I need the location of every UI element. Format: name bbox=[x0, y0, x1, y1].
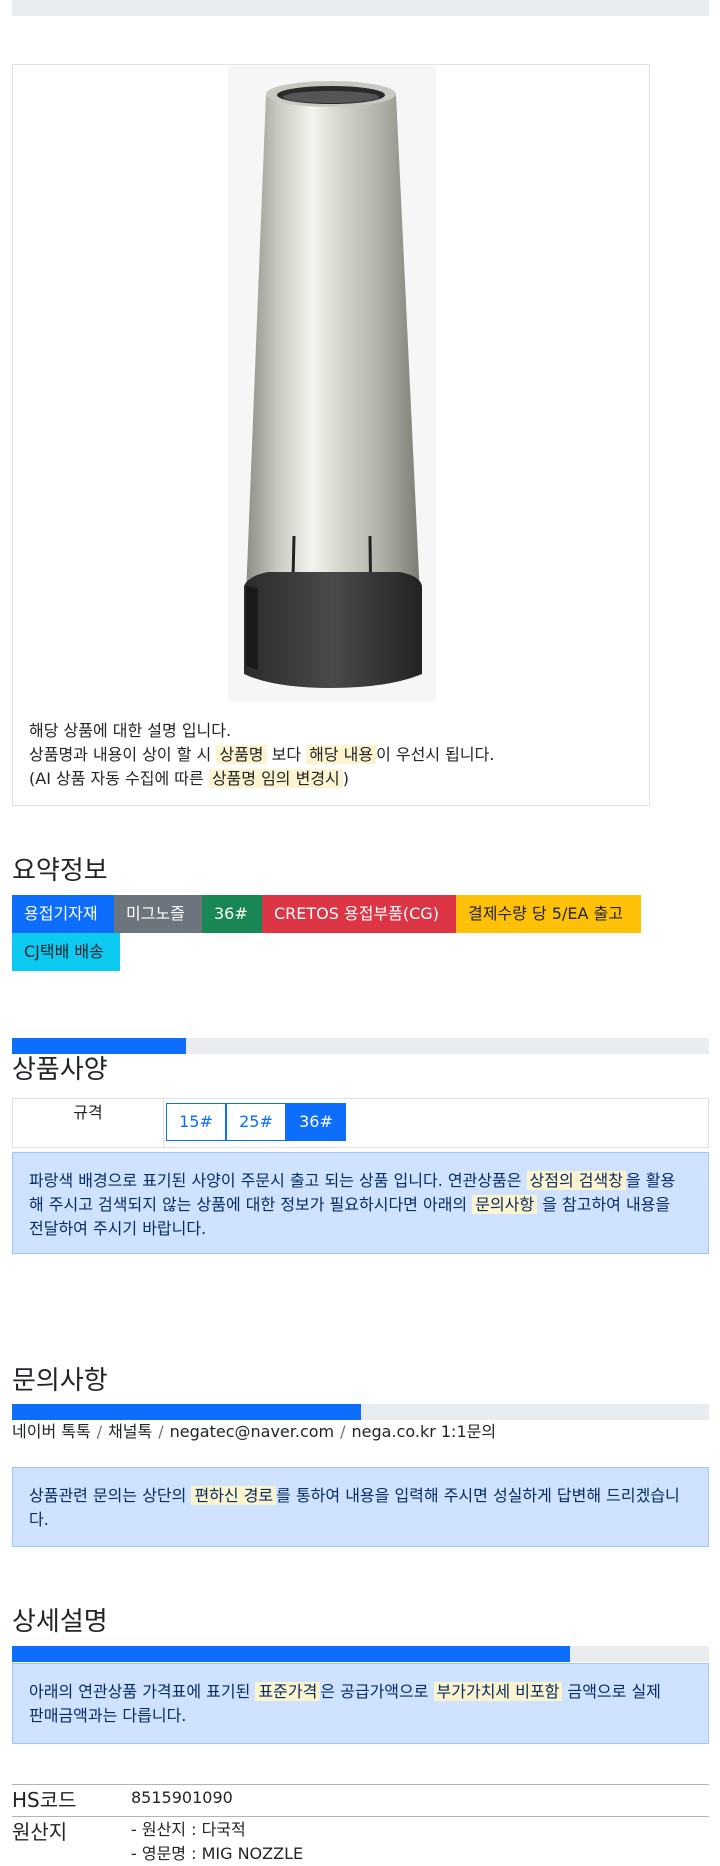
hs-code-value: 8515901090 bbox=[131, 1788, 233, 1807]
alert-text: 을 참고하여 내용을 bbox=[537, 1195, 671, 1214]
alert-text: 은 공급가액으로 bbox=[320, 1682, 434, 1701]
top-bar bbox=[12, 0, 709, 16]
channel-channeltalk[interactable]: 채널톡 bbox=[108, 1422, 152, 1441]
highlight-vat-excluded: 부가가치세 비포함 bbox=[433, 1682, 563, 1701]
hs-code-label: HS코드 bbox=[12, 1788, 77, 1812]
inquiry-progress-fill bbox=[12, 1404, 361, 1420]
channel-site-inquiry[interactable]: nega.co.kr 1:1문의 bbox=[352, 1422, 497, 1441]
inquiry-alert-line-2: 다. bbox=[29, 1510, 49, 1529]
description-text: ) bbox=[342, 769, 350, 788]
highlight-path: 편하신 경로 bbox=[191, 1486, 277, 1505]
product-image bbox=[228, 66, 436, 702]
highlight-name-change: 상품명 임의 변경시 bbox=[208, 769, 343, 788]
option-36-button[interactable]: 36# bbox=[286, 1103, 346, 1141]
description-line-1: 해당 상품에 대한 설명 입니다. bbox=[29, 721, 232, 740]
badge-category: 용접기자재 bbox=[12, 895, 114, 933]
row-divider bbox=[12, 1816, 709, 1817]
alert-text: 해 주시고 검색되지 않는 상품에 대한 정보가 필요하시다면 아래의 bbox=[29, 1195, 473, 1214]
badge-quantity: 결제수량 당 5/EA 출고 bbox=[456, 895, 641, 933]
option-25-button[interactable]: 25# bbox=[226, 1103, 286, 1141]
alert-text: 상품관련 문의는 상단의 bbox=[29, 1486, 192, 1505]
highlight-content: 해당 내용 bbox=[306, 745, 377, 764]
alert-text: 를 통하여 내용을 입력해 주시면 성실하게 답변해 드리겠습니 bbox=[276, 1486, 680, 1505]
detail-alert-line-2: 판매금액과는 다릅니다. bbox=[29, 1706, 187, 1725]
description-line-2: 상품명과 내용이 상이 할 시 상품명 보다 해당 내용 이 우선시 됩니다. bbox=[29, 743, 494, 767]
description-text: 상품명과 내용이 상이 할 시 bbox=[29, 745, 217, 764]
inquiry-alert: 상품관련 문의는 상단의 편하신 경로 를 통하여 내용을 입력해 주시면 성실하… bbox=[12, 1467, 709, 1547]
description-line-3: (AI 상품 자동 수집에 따른 상품명 임의 변경시) bbox=[29, 767, 494, 791]
product-image-card: 해당 상품에 대한 설명 입니다. 상품명과 내용이 상이 할 시 상품명 보다… bbox=[12, 64, 650, 806]
description-text: 이 우선시 됩니다. bbox=[376, 745, 495, 764]
channel-naver-talk[interactable]: 네이버 톡톡 bbox=[12, 1422, 91, 1441]
origin-label: 원산지 bbox=[12, 1820, 68, 1844]
product-description: 해당 상품에 대한 설명 입니다. 상품명과 내용이 상이 할 시 상품명 보다… bbox=[29, 719, 494, 791]
channel-email[interactable]: negatec@naver.com bbox=[170, 1422, 334, 1441]
alert-text: 아래의 연관상품 가격표에 표기된 bbox=[29, 1682, 256, 1701]
summary-title: 요약정보 bbox=[12, 856, 108, 886]
alert-text: 을 활용 bbox=[625, 1171, 676, 1190]
inquiry-title: 문의사항 bbox=[12, 1366, 108, 1396]
description-text: 보다 bbox=[266, 745, 307, 764]
detail-progress-fill bbox=[12, 1646, 570, 1662]
origin-country: - 원산지 : 다국적 bbox=[131, 1820, 246, 1839]
highlight-product-name: 상품명 bbox=[216, 745, 267, 764]
spec-label: 규격 bbox=[73, 1103, 103, 1122]
detail-alert-line-1: 아래의 연관상품 가격표에 표기된 표준가격 은 공급가액으로 부가가치세 비포함… bbox=[29, 1680, 692, 1704]
separator: / bbox=[158, 1422, 164, 1441]
spec-alert-line-1: 파랑색 배경으로 표기된 사양이 주문시 출고 되는 상품 입니다. 연관상품은… bbox=[29, 1169, 692, 1193]
badge-subcategory: 미그노즐 bbox=[114, 895, 202, 933]
alert-text: 금액으로 실제 bbox=[562, 1682, 661, 1701]
highlight-store-search: 상점의 검색창 bbox=[526, 1171, 626, 1190]
origin-english-name: - 영문명 : MIG NOZZLE bbox=[131, 1844, 304, 1863]
spec-table: 규격 15# 25# 36# bbox=[12, 1098, 709, 1148]
inquiry-progress bbox=[12, 1404, 709, 1420]
detail-title: 상세설명 bbox=[12, 1607, 108, 1637]
detail-progress bbox=[12, 1646, 709, 1662]
spec-alert-line-3: 전달하여 주시기 바랍니다. bbox=[29, 1219, 207, 1238]
badge-size: 36# bbox=[202, 895, 262, 933]
highlight-standard-price: 표준가격 bbox=[255, 1682, 321, 1701]
separator: / bbox=[340, 1422, 346, 1441]
inquiry-alert-line-1: 상품관련 문의는 상단의 편하신 경로 를 통하여 내용을 입력해 주시면 성실하… bbox=[29, 1484, 692, 1508]
spec-title: 상품사양 bbox=[12, 1055, 108, 1085]
option-15-button[interactable]: 15# bbox=[166, 1103, 226, 1141]
row-divider bbox=[12, 1784, 709, 1785]
spec-progress bbox=[12, 1038, 709, 1054]
alert-text: 파랑색 배경으로 표기된 사양이 주문시 출고 되는 상품 입니다. 연관상품은 bbox=[29, 1171, 527, 1190]
spec-divider bbox=[163, 1099, 164, 1147]
badge-brand: CRETOS 용접부품(CG) bbox=[262, 895, 456, 933]
inquiry-channels: 네이버 톡톡 / 채널톡 / negatec@naver.com / nega.co.kr … bbox=[12, 1420, 496, 1444]
spec-alert: 파랑색 배경으로 표기된 사양이 주문시 출고 되는 상품 입니다. 연관상품은… bbox=[12, 1152, 709, 1254]
detail-alert: 아래의 연관상품 가격표에 표기된 표준가격 은 공급가액으로 부가가치세 비포함… bbox=[12, 1663, 709, 1744]
mig-nozzle-image bbox=[244, 81, 422, 688]
badge-shipping: CJ택배 배송 bbox=[12, 933, 120, 971]
spec-progress-fill bbox=[12, 1038, 187, 1054]
separator: / bbox=[96, 1422, 103, 1441]
spec-alert-line-2: 해 주시고 검색되지 않는 상품에 대한 정보가 필요하시다면 아래의 문의사항… bbox=[29, 1193, 692, 1217]
highlight-inquiry: 문의사항 bbox=[472, 1195, 538, 1214]
description-text: (AI 상품 자동 수집에 따른 bbox=[29, 769, 209, 788]
